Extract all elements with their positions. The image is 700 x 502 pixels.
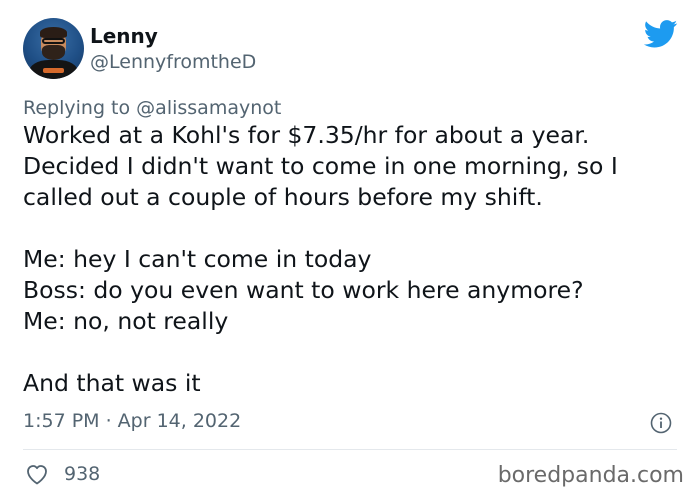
tweet-line: Me: no, not really (23, 307, 229, 335)
heart-icon[interactable] (25, 463, 49, 485)
avatar-shirt (29, 60, 78, 79)
divider (23, 449, 677, 450)
twitter-bird-icon (644, 20, 678, 48)
watermark: boredpanda.com (497, 463, 684, 488)
author-name[interactable]: Lenny (90, 24, 158, 48)
reply-mention-link[interactable]: @alissamaynot (136, 97, 281, 119)
tweet-line: Decided I didn't want to come in one mor… (23, 152, 618, 180)
tweet-line: Me: hey I can't come in today (23, 245, 372, 273)
info-icon[interactable] (650, 412, 672, 434)
tweet-line: called out a couple of hours before my s… (23, 183, 543, 211)
tweet-line: And that was it (23, 369, 201, 397)
tweet-timestamp[interactable]: 1:57 PM · Apr 14, 2022 (23, 410, 241, 432)
author-handle[interactable]: @LennyfromtheD (90, 51, 256, 73)
tweet-line: Worked at a Kohl's for $7.35/hr for abou… (23, 121, 590, 149)
avatar-hair (40, 27, 67, 38)
tweet-line: Boss: do you even want to work here anym… (23, 276, 584, 304)
avatar-glasses (42, 38, 65, 44)
tweet-text: Worked at a Kohl's for $7.35/hr for abou… (23, 120, 683, 399)
reply-context: Replying to @alissamaynot (23, 97, 281, 119)
avatar-beard (42, 45, 65, 60)
reply-prefix: Replying to (23, 97, 131, 119)
like-count: 938 (64, 463, 101, 485)
avatar[interactable] (23, 18, 84, 79)
